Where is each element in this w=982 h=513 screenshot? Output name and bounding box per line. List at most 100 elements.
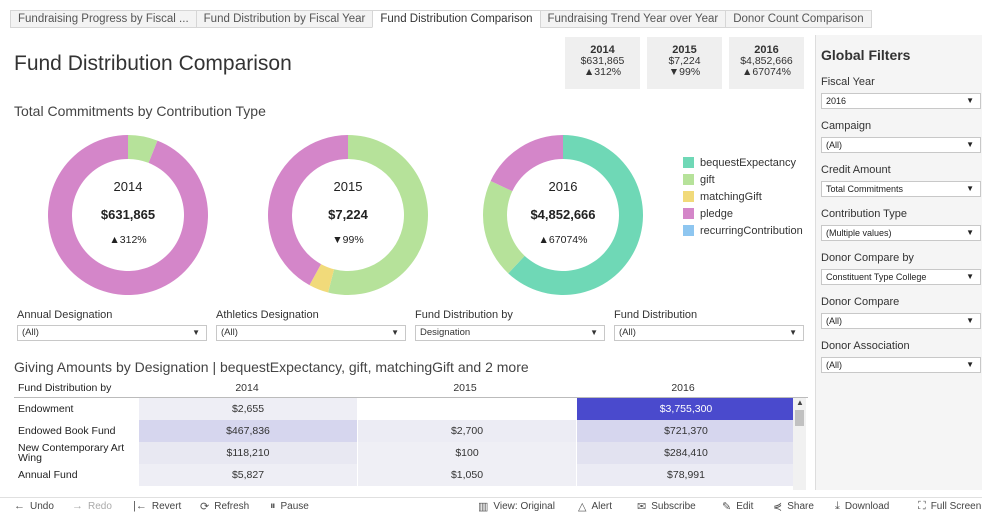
view-icon: ▥	[478, 501, 489, 513]
tab-fund-distribution-comparison[interactable]: Fund Distribution Comparison	[372, 10, 540, 28]
select-value: Total Commitments	[826, 184, 904, 194]
revert-button[interactable]: |← Revert	[133, 500, 181, 512]
chevron-down-icon: ▼	[789, 328, 797, 337]
legend-label: matchingGift	[700, 190, 762, 203]
table-cell: $2,700	[358, 420, 576, 442]
donut-chart-2016[interactable]: 2016 $4,852,666 ▲67074%	[478, 130, 648, 300]
tab-fundraising-progress[interactable]: Fundraising Progress by Fiscal ...	[10, 10, 196, 28]
filter-label: Donor Association	[821, 340, 910, 352]
donut-chart-2015[interactable]: 2015 $7,224 ▼99%	[263, 130, 433, 300]
legend-item-recurringcontribution[interactable]: recurringContribution	[683, 222, 803, 239]
annual-designation-select[interactable]: (All) ▼	[17, 325, 207, 341]
kpi-change: ▲312%	[583, 66, 622, 78]
select-value: (All)	[826, 316, 842, 326]
table-row[interactable]: Endowed Book Fund $467,836 $2,700 $721,3…	[14, 420, 808, 442]
legend-item-gift[interactable]: gift	[683, 171, 803, 188]
refresh-button[interactable]: ⟳ Refresh	[200, 500, 249, 513]
filter-label: Campaign	[821, 120, 872, 132]
chart-legend: bequestExpectancy gift matchingGift pled…	[683, 154, 803, 239]
share-label: Share	[787, 501, 814, 512]
tab-fund-distribution-by-year[interactable]: Fund Distribution by Fiscal Year	[195, 10, 373, 28]
legend-item-matchinggift[interactable]: matchingGift	[683, 188, 803, 205]
legend-swatch	[683, 208, 694, 219]
chevron-down-icon: ▼	[391, 328, 399, 337]
tab-fundraising-trend[interactable]: Fundraising Trend Year over Year	[539, 10, 726, 28]
table-cell: $78,991	[577, 464, 795, 486]
athletics-designation-select[interactable]: (All) ▼	[216, 325, 406, 341]
table-scrollbar[interactable]: ▲	[793, 398, 806, 490]
subscribe-button[interactable]: ✉ Subscribe	[637, 500, 696, 513]
download-button[interactable]: ⤓ Download	[835, 500, 889, 513]
filter-fund-distribution-by: Fund Distribution by Designation ▼	[415, 309, 605, 341]
table-cell: $467,836	[139, 420, 357, 442]
redo-label: Redo	[88, 500, 112, 512]
donor-compare-select[interactable]: (All) ▼	[821, 313, 981, 329]
global-filter-donor-compare-by: Donor Compare by Constituent Type Colleg…	[821, 252, 981, 285]
pause-button[interactable]: ⏸ Pause	[270, 500, 309, 513]
global-filters-title: Global Filters	[821, 47, 911, 63]
revert-icon: |←	[133, 500, 147, 512]
table-row[interactable]: New Contemporary Art Wing $118,210 $100 …	[14, 442, 808, 464]
kpi-card-2014: 2014 $631,865 ▲312%	[565, 37, 640, 89]
table-row[interactable]: Endowment $2,655 $3,755,300	[14, 398, 808, 420]
column-header[interactable]: 2014	[138, 378, 356, 397]
filter-label: Fund Distribution by	[415, 309, 513, 321]
table-header: Fund Distribution by 2014 2015 2016	[14, 378, 808, 398]
undo-label: Undo	[30, 500, 54, 512]
table-title: Giving Amounts by Designation | bequestE…	[14, 359, 529, 375]
chevron-down-icon: ▼	[966, 96, 974, 105]
global-filter-credit-amount: Credit Amount Total Commitments ▼	[821, 164, 981, 197]
scroll-up-icon[interactable]: ▲	[796, 398, 804, 407]
designation-table: Fund Distribution by 2014 2015 2016 Endo…	[14, 378, 808, 486]
edit-label: Edit	[736, 501, 754, 512]
column-header[interactable]: 2016	[574, 378, 792, 397]
donut-year: 2015	[333, 179, 363, 194]
select-value: (All)	[826, 360, 842, 370]
table-cell: $721,370	[577, 420, 795, 442]
alert-icon: △	[578, 501, 587, 513]
undo-icon: ←	[14, 500, 25, 512]
download-icon: ⤓	[835, 500, 840, 512]
donut-chart-2014[interactable]: 2014 $631,865 ▲312%	[43, 130, 213, 300]
scrollbar-thumb[interactable]	[795, 410, 804, 426]
fullscreen-button[interactable]: ⛶ Full Screen	[918, 500, 981, 513]
edit-button[interactable]: ✎ Edit	[722, 500, 753, 513]
table-row[interactable]: Annual Fund $5,827 $1,050 $78,991	[14, 464, 808, 486]
kpi-change: ▼99%	[668, 66, 701, 78]
select-value: (All)	[826, 140, 842, 150]
campaign-select[interactable]: (All) ▼	[821, 137, 981, 153]
view-button[interactable]: ▥ View: Original	[478, 500, 555, 513]
alert-button[interactable]: △ Alert	[578, 500, 612, 513]
fund-distribution-by-select[interactable]: Designation ▼	[415, 325, 605, 341]
credit-amount-select[interactable]: Total Commitments ▼	[821, 181, 981, 197]
tab-donor-count-comparison[interactable]: Donor Count Comparison	[725, 10, 872, 28]
chevron-down-icon: ▼	[966, 184, 974, 193]
legend-item-bequestexpectancy[interactable]: bequestExpectancy	[683, 154, 803, 171]
donor-compare-by-select[interactable]: Constituent Type College ▼	[821, 269, 981, 285]
fiscal-year-select[interactable]: 2016 ▼	[821, 93, 981, 109]
redo-button[interactable]: → Redo	[72, 500, 112, 512]
undo-button[interactable]: ← Undo	[14, 500, 54, 512]
select-value: Constituent Type College	[826, 272, 927, 282]
table-cell: $5,827	[139, 464, 357, 486]
donut-change: ▲312%	[109, 234, 147, 246]
donut-slice-gift[interactable]	[483, 180, 525, 274]
fund-distribution-select[interactable]: (All) ▼	[614, 325, 804, 341]
donut-amount: $7,224	[328, 207, 368, 222]
column-header[interactable]: Fund Distribution by	[14, 378, 138, 397]
edit-icon: ✎	[722, 501, 732, 513]
column-header[interactable]: 2015	[356, 378, 574, 397]
fullscreen-label: Full Screen	[930, 501, 982, 512]
donor-association-select[interactable]: (All) ▼	[821, 357, 981, 373]
contribution-type-select[interactable]: (Multiple values) ▼	[821, 225, 981, 241]
tab-bar: Fundraising Progress by Fiscal ... Fund …	[0, 0, 982, 31]
legend-item-pledge[interactable]: pledge	[683, 205, 803, 222]
kpi-card-2016: 2016 $4,852,666 ▲67074%	[729, 37, 804, 89]
legend-label: bequestExpectancy	[700, 156, 797, 169]
legend-label: pledge	[700, 207, 734, 220]
share-button[interactable]: ⋞ Share	[773, 500, 814, 513]
kpi-card-2015: 2015 $7,224 ▼99%	[647, 37, 722, 89]
table-cell: $1,050	[358, 464, 576, 486]
share-icon: ⋞	[773, 501, 783, 513]
legend-swatch	[683, 157, 694, 168]
